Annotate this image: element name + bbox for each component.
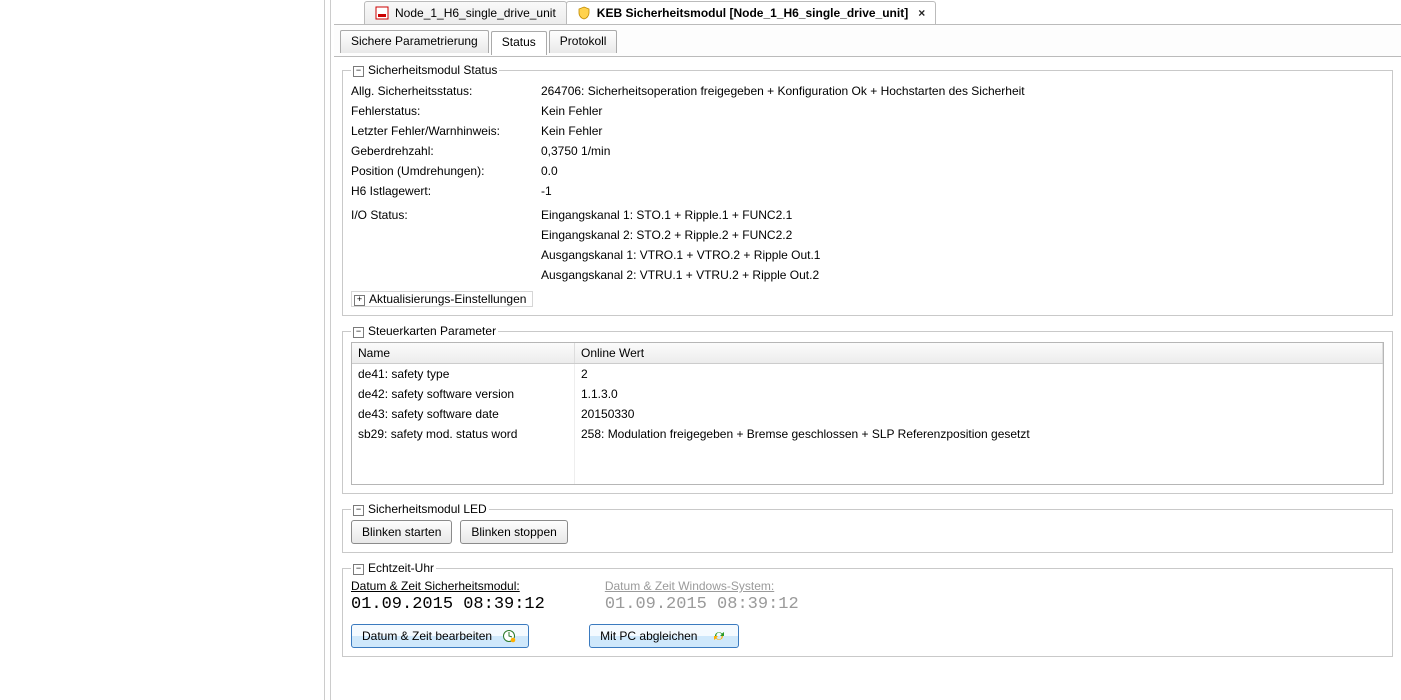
keb-icon: [375, 6, 389, 20]
value-io-status: Eingangskanal 1: STO.1 + Ripple.1 + FUNC…: [541, 205, 1384, 285]
collapse-icon[interactable]: −: [353, 327, 364, 338]
table-header-row: Name Online Wert: [352, 343, 1383, 364]
document-tab-label: Node_1_H6_single_drive_unit: [395, 6, 556, 20]
subgroup-refresh: +Aktualisierungs-Einstellungen: [351, 291, 533, 307]
cell-value: 258: Modulation freigegeben + Bremse ges…: [575, 424, 1383, 444]
clock-edit-icon: [502, 629, 516, 643]
label-io-status: I/O Status:: [351, 205, 541, 285]
document-tab-strip: Node_1_H6_single_drive_unit KEB Sicherhe…: [334, 0, 1401, 25]
rtc-windows-heading: Datum & Zeit Windows-System:: [605, 579, 799, 593]
sync-icon: [712, 629, 726, 643]
tab-sichere-parametrierung[interactable]: Sichere Parametrierung: [340, 30, 489, 53]
group-led: −Sicherheitsmodul LED Blinken starten Bl…: [342, 502, 1393, 553]
rtc-module-time: 01.09.2015 08:39:12: [351, 595, 545, 614]
cell-value: 1.1.3.0: [575, 384, 1383, 404]
cell-name: de42: safety software version: [352, 384, 575, 404]
table-empty-space: [352, 444, 1383, 484]
group-led-legend: −Sicherheitsmodul LED: [351, 502, 489, 516]
label-h6-ist: H6 Istlagewert:: [351, 181, 541, 201]
label-fehlerstatus: Fehlerstatus:: [351, 101, 541, 121]
sync-pc-button[interactable]: Mit PC abgleichen: [589, 624, 739, 648]
value-letzter-fehler: Kein Fehler: [541, 121, 1384, 141]
col-online-wert[interactable]: Online Wert: [575, 343, 1383, 364]
collapse-icon[interactable]: −: [353, 505, 364, 516]
cell-value: 2: [575, 364, 1383, 385]
value-position: 0.0: [541, 161, 1384, 181]
cell-name: de41: safety type: [352, 364, 575, 385]
document-tab-safety[interactable]: KEB Sicherheitsmodul [Node_1_H6_single_d…: [566, 1, 936, 24]
collapse-icon[interactable]: −: [353, 564, 364, 575]
blink-start-button[interactable]: Blinken starten: [351, 520, 452, 544]
cell-value: 20150330: [575, 404, 1383, 424]
blink-stop-button[interactable]: Blinken stoppen: [460, 520, 567, 544]
group-params-legend: −Steuerkarten Parameter: [351, 324, 498, 338]
label-position: Position (Umdrehungen):: [351, 161, 541, 181]
table-row[interactable]: sb29: safety mod. status word 258: Modul…: [352, 424, 1383, 444]
shield-icon: [577, 6, 591, 20]
cell-name: sb29: safety mod. status word: [352, 424, 575, 444]
document-tab-label: KEB Sicherheitsmodul [Node_1_H6_single_d…: [597, 6, 908, 20]
table-row[interactable]: de42: safety software version 1.1.3.0: [352, 384, 1383, 404]
col-name[interactable]: Name: [352, 343, 575, 364]
value-fehlerstatus: Kein Fehler: [541, 101, 1384, 121]
left-gutter: [0, 0, 334, 700]
close-icon[interactable]: ×: [918, 6, 925, 20]
group-steuerkarten-parameter: −Steuerkarten Parameter Name Online Wert: [342, 324, 1393, 494]
tab-protokoll[interactable]: Protokoll: [549, 30, 618, 53]
value-geberdrehzahl: 0,3750 1/min: [541, 141, 1384, 161]
edit-datetime-button[interactable]: Datum & Zeit bearbeiten: [351, 624, 529, 648]
expand-icon[interactable]: +: [354, 295, 365, 306]
table-row[interactable]: de43: safety software date 20150330: [352, 404, 1383, 424]
value-allg-status: 264706: Sicherheitsoperation freigegeben…: [541, 81, 1384, 101]
inner-tab-strip: Sichere Parametrierung Status Protokoll: [334, 25, 1401, 57]
table-row[interactable]: de41: safety type 2: [352, 364, 1383, 385]
label-geberdrehzahl: Geberdrehzahl:: [351, 141, 541, 161]
group-rtc-legend: −Echtzeit-Uhr: [351, 561, 436, 575]
collapse-icon[interactable]: −: [353, 66, 364, 77]
label-letzter-fehler: Letzter Fehler/Warnhinweis:: [351, 121, 541, 141]
group-status: −Sicherheitsmodul Status Allg. Sicherhei…: [342, 63, 1393, 316]
tab-status[interactable]: Status: [491, 31, 547, 55]
params-table: Name Online Wert de41: safety type 2 de4…: [351, 342, 1384, 485]
value-h6-ist: -1: [541, 181, 1384, 201]
group-rtc: −Echtzeit-Uhr Datum & Zeit Sicherheitsmo…: [342, 561, 1393, 657]
group-status-legend: −Sicherheitsmodul Status: [351, 63, 499, 77]
label-allg-status: Allg. Sicherheitsstatus:: [351, 81, 541, 101]
document-tab-node[interactable]: Node_1_H6_single_drive_unit: [364, 1, 567, 24]
cell-name: de43: safety software date: [352, 404, 575, 424]
rtc-module-heading: Datum & Zeit Sicherheitsmodul:: [351, 579, 545, 593]
rtc-windows-time: 01.09.2015 08:39:12: [605, 595, 799, 614]
